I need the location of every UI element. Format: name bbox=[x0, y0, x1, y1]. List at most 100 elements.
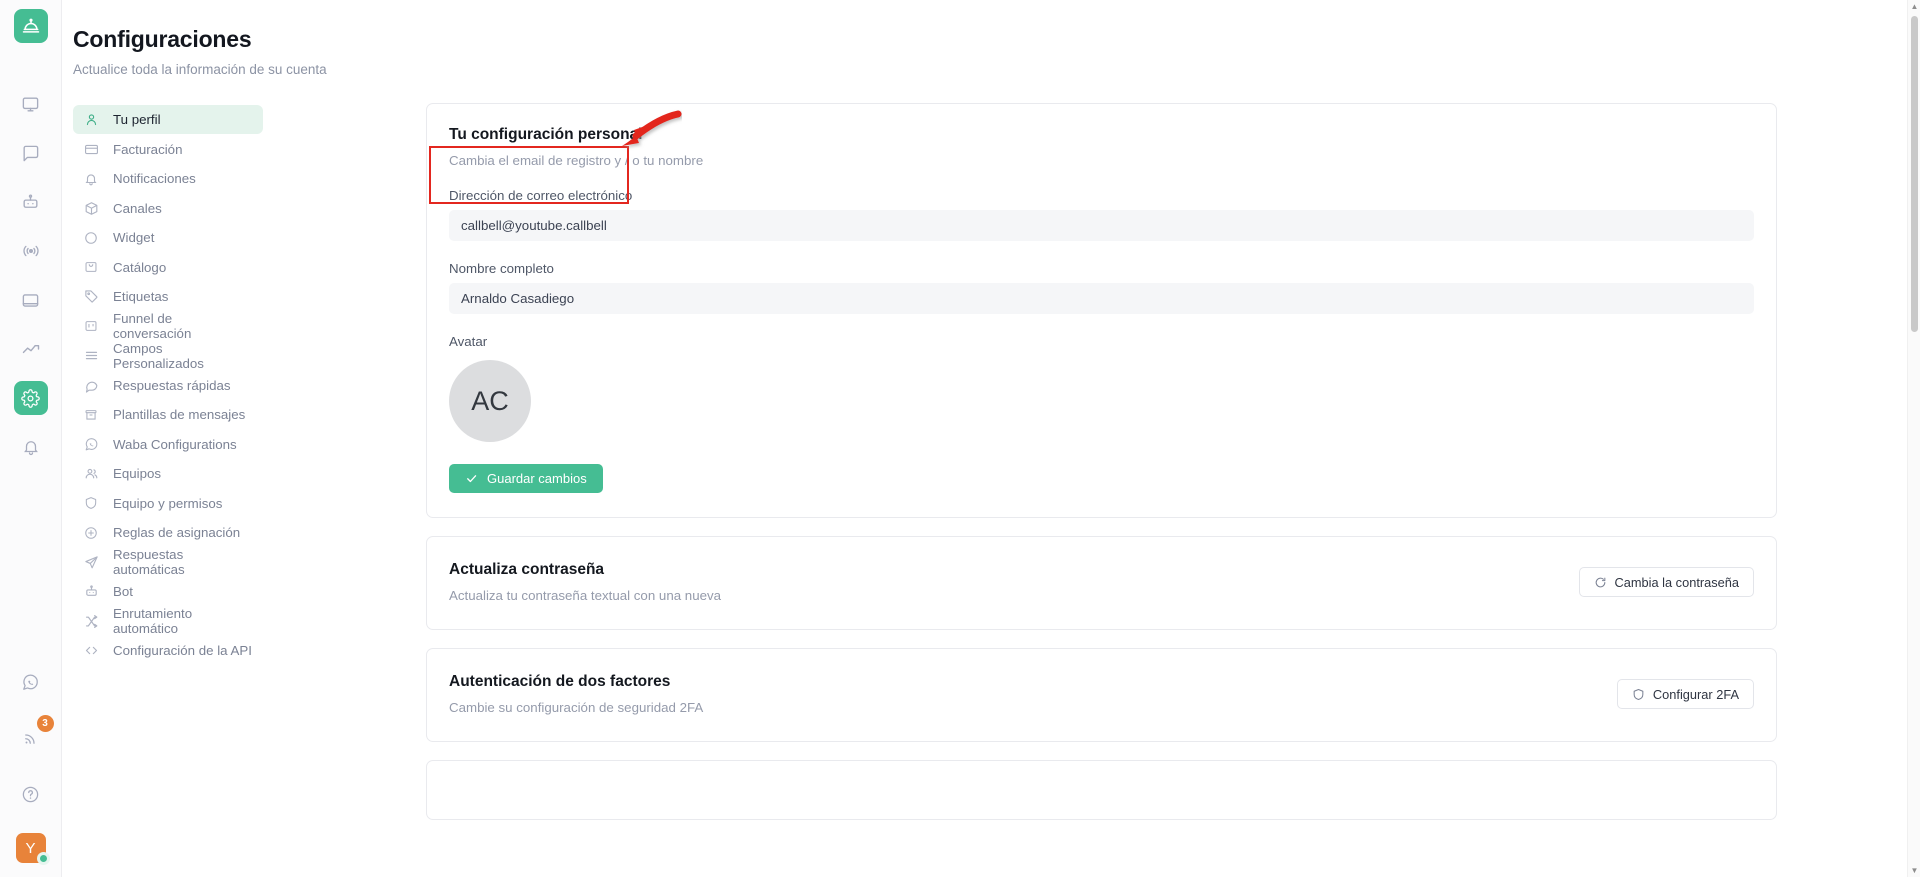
sidebar-item-label: Respuestas automáticas bbox=[113, 547, 185, 577]
rail-item-bot[interactable] bbox=[14, 185, 48, 219]
archive-icon bbox=[83, 407, 99, 423]
sidebar-item-label: Facturación bbox=[113, 141, 183, 157]
robot-icon bbox=[83, 584, 99, 600]
rail-item-broadcast[interactable] bbox=[14, 234, 48, 268]
change-password-button[interactable]: Cambia la contraseña bbox=[1578, 567, 1754, 597]
sidebar-item-label: Waba Configurations bbox=[113, 436, 237, 452]
personal-settings-card: Tu configuración personal Cambia el emai… bbox=[426, 103, 1777, 518]
fullname-label: Nombre completo bbox=[449, 261, 554, 276]
sidebar-item-label: Plantillas de mensajes bbox=[113, 407, 246, 422]
card-subtitle: Actualiza tu contraseña textual con una … bbox=[449, 588, 722, 603]
sidebar-item-reglas-de-asignacion[interactable]: Reglas de asignación bbox=[73, 518, 263, 547]
rail-item-help[interactable] bbox=[14, 777, 48, 811]
sidebar-item-label: Enrutamiento automático bbox=[113, 606, 193, 636]
bag-icon bbox=[83, 259, 99, 275]
sidebar-item-etiquetas[interactable]: Etiquetas bbox=[73, 282, 263, 311]
tag-icon bbox=[83, 289, 99, 305]
code-icon bbox=[83, 643, 99, 659]
sidebar-item-canales[interactable]: Canales bbox=[73, 194, 263, 223]
save-button-label: Guardar cambios bbox=[487, 471, 587, 486]
shield-icon bbox=[1632, 688, 1645, 701]
sidebar-item-label: Equipo y permisos bbox=[113, 495, 223, 511]
sidebar-item-facturacion[interactable]: Facturación bbox=[73, 135, 263, 164]
shield-icon bbox=[83, 495, 99, 511]
fullname-input[interactable]: Arnaldo Casadiego bbox=[449, 283, 1754, 314]
list-icon bbox=[83, 348, 99, 364]
rail-item-analytics[interactable] bbox=[14, 332, 48, 366]
sidebar-item-label: Bot bbox=[113, 584, 133, 599]
comment-icon bbox=[83, 377, 99, 393]
shuffle-icon bbox=[83, 613, 99, 629]
plus-circle-icon bbox=[83, 525, 99, 541]
sidebar-item-equipos[interactable]: Equipos bbox=[73, 459, 263, 488]
sidebar-item-configuracion-api[interactable]: Configuración de la API bbox=[73, 636, 263, 665]
kanban-icon bbox=[83, 318, 99, 334]
rail-item-settings[interactable] bbox=[13, 381, 48, 415]
rail-nav-list bbox=[13, 87, 48, 479]
rail-item-chats[interactable] bbox=[14, 136, 48, 170]
password-card: Actualiza contraseña Actualiza tu contra… bbox=[426, 536, 1777, 630]
avatar-label: Avatar bbox=[449, 334, 488, 349]
sidebar-item-respuestas-rapidas[interactable]: Respuestas rápidas bbox=[73, 371, 263, 400]
rail-item-updates[interactable]: 3 bbox=[14, 715, 54, 755]
scroll-thumb[interactable] bbox=[1911, 16, 1918, 332]
sidebar-item-respuestas-automaticas[interactable]: Respuestas automáticas bbox=[73, 547, 263, 577]
sidebar-item-label: Equipos bbox=[113, 466, 162, 481]
configure-2fa-button[interactable]: Configurar 2FA bbox=[1616, 679, 1754, 709]
sidebar-item-plantillas[interactable]: Plantillas de mensajes bbox=[73, 400, 263, 429]
sidebar-item-equipo-y-permisos[interactable]: Equipo y permisos bbox=[73, 489, 263, 518]
settings-body: Tu perfil Facturación Notificaciones Can… bbox=[62, 103, 1920, 877]
user-icon bbox=[83, 112, 99, 128]
rail-item-dashboard[interactable] bbox=[14, 87, 48, 121]
rail-bottom-group: 3 Y bbox=[0, 665, 61, 867]
sidebar-item-label: Reglas de asignación bbox=[113, 525, 241, 540]
email-label: Dirección de correo electrónico bbox=[449, 188, 633, 203]
rail-item-whatsapp[interactable] bbox=[14, 665, 48, 699]
sidebar-item-widget[interactable]: Widget bbox=[73, 223, 263, 252]
avatar-field-group: Avatar AC bbox=[449, 334, 1754, 442]
scroll-down-arrow-icon[interactable]: ▼ bbox=[1908, 864, 1920, 877]
sidebar-item-notificaciones[interactable]: Notificaciones bbox=[73, 164, 263, 193]
configure-2fa-label: Configurar 2FA bbox=[1652, 686, 1739, 702]
settings-content: Tu configuración personal Cambia el emai… bbox=[263, 103, 1920, 877]
fullname-field-group: Nombre completo Arnaldo Casadiego bbox=[449, 261, 1754, 314]
scroll-up-arrow-icon[interactable]: ▲ bbox=[1908, 0, 1920, 13]
password-card-text: Actualiza contraseña Actualiza tu contra… bbox=[449, 561, 721, 603]
sidebar-item-label: Notificaciones bbox=[113, 171, 196, 186]
sidebar-item-tu-perfil[interactable]: Tu perfil bbox=[73, 105, 263, 134]
sidebar-item-campos-personalizados[interactable]: Campos Personalizados bbox=[73, 340, 263, 371]
whatsapp-icon bbox=[83, 436, 99, 452]
box-icon bbox=[83, 200, 99, 216]
settings-page: Configuraciones Actualice toda la inform… bbox=[62, 0, 1920, 877]
page-scrollbar[interactable]: ▲ ▼ bbox=[1907, 0, 1920, 877]
refresh-icon bbox=[1594, 576, 1607, 589]
avatar[interactable]: AC bbox=[449, 360, 531, 442]
app-logo[interactable] bbox=[13, 9, 48, 43]
check-icon bbox=[465, 472, 478, 485]
save-button[interactable]: Guardar cambios bbox=[449, 464, 603, 493]
page-header: Configuraciones Actualice toda la inform… bbox=[62, 0, 1920, 77]
change-password-label: Cambia la contraseña bbox=[1614, 574, 1739, 590]
sidebar-item-label: Canales bbox=[113, 200, 162, 216]
sidebar-item-waba-configurations[interactable]: Waba Configurations bbox=[73, 430, 263, 459]
sidebar-item-label: Catálogo bbox=[113, 259, 167, 275]
sidebar-item-label: Campos Personalizados bbox=[113, 340, 204, 371]
sidebar-item-label: Widget bbox=[113, 230, 155, 245]
sidebar-item-funnel[interactable]: Funnel de conversación bbox=[73, 311, 263, 341]
page-subtitle: Actualice toda la información de su cuen… bbox=[73, 62, 327, 77]
rail-item-notifications[interactable] bbox=[14, 430, 48, 464]
card-title: Actualiza contraseña bbox=[449, 561, 605, 578]
partial-card-below bbox=[426, 760, 1777, 820]
sidebar-item-catalogo[interactable]: Catálogo bbox=[73, 253, 263, 282]
twofa-card-text: Autenticación de dos factores Cambie su … bbox=[449, 673, 703, 715]
bell-icon bbox=[83, 171, 99, 187]
email-input[interactable]: callbell@youtube.callbell bbox=[449, 210, 1754, 241]
rail-item-inbox[interactable] bbox=[14, 283, 48, 317]
email-field-group: Dirección de correo electrónico callbell… bbox=[449, 188, 1754, 241]
send-icon bbox=[83, 554, 99, 570]
circle-icon bbox=[83, 230, 99, 246]
sidebar-item-bot[interactable]: Bot bbox=[73, 577, 263, 606]
presence-indicator bbox=[37, 852, 50, 865]
sidebar-item-label: Etiquetas bbox=[113, 289, 169, 304]
sidebar-item-enrutamiento-automatico[interactable]: Enrutamiento automático bbox=[73, 606, 263, 636]
